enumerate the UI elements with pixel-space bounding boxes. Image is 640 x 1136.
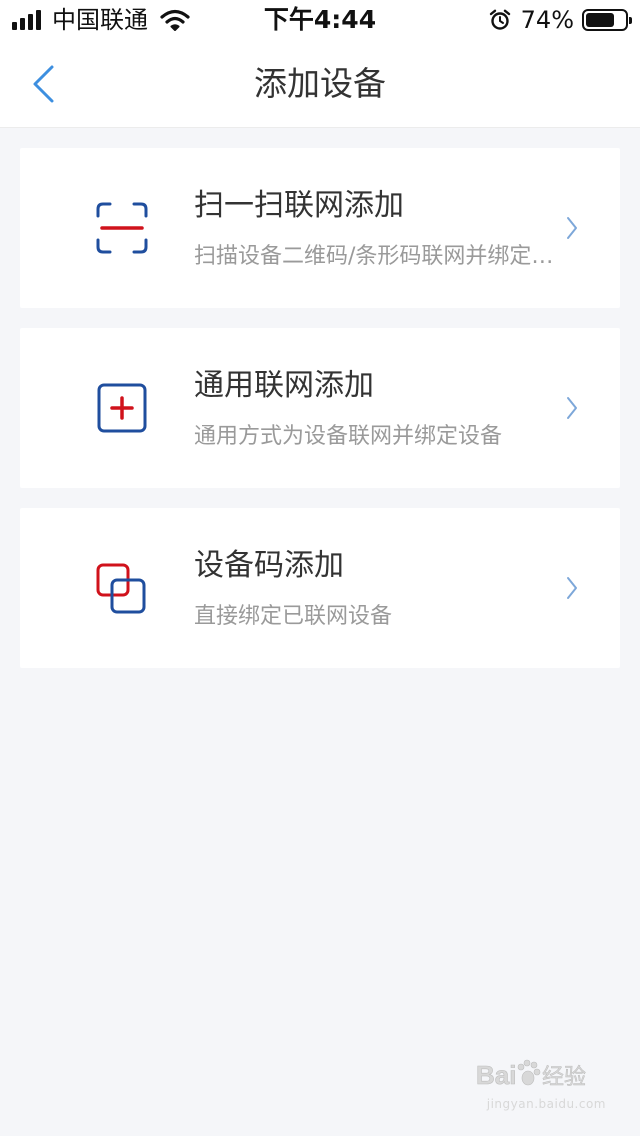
option-subtitle: 直接绑定已联网设备: [194, 604, 393, 629]
option-subtitle: 通用方式为设备联网并绑定设备: [194, 424, 503, 449]
battery-cap: [629, 17, 632, 24]
navigation-bar: 添加设备: [0, 40, 640, 128]
option-icon: [94, 200, 150, 256]
svg-text:Bai: Bai: [476, 1060, 516, 1090]
svg-text:经验: 经验: [542, 1065, 586, 1090]
option-device-code-add[interactable]: 设备码添加 直接绑定已联网设备: [20, 508, 620, 668]
option-icon: [94, 380, 150, 436]
chevron-right-icon: [566, 396, 578, 420]
battery-percent: 74%: [520, 6, 574, 34]
status-right: 74%: [489, 6, 632, 34]
baidu-jingyan-watermark: Bai 经验 jingyan.baidu.com: [476, 1054, 606, 1114]
add-square-icon: [97, 383, 147, 433]
scan-icon: [96, 202, 148, 254]
chevron-right-icon: [566, 576, 578, 600]
link-squares-icon: [96, 563, 146, 614]
option-title: 设备码添加: [194, 548, 344, 583]
option-icon: [94, 560, 150, 616]
watermark-logo: Bai 经验: [476, 1059, 586, 1090]
status-bar: 中国联通 下午4:44 74%: [0, 0, 640, 40]
chevron-right-icon: [566, 216, 578, 240]
battery-icon: [582, 9, 632, 31]
option-title: 通用联网添加: [194, 368, 374, 403]
option-title: 扫一扫联网添加: [194, 188, 404, 223]
page-title: 添加设备: [254, 64, 386, 103]
option-scan-add[interactable]: 扫一扫联网添加 扫描设备二维码/条形码联网并绑定设备: [20, 148, 620, 308]
option-subtitle: 扫描设备二维码/条形码联网并绑定设备: [194, 244, 554, 269]
battery-level-fill: [586, 13, 614, 27]
option-general-add[interactable]: 通用联网添加 通用方式为设备联网并绑定设备: [20, 328, 620, 488]
alarm-icon: [489, 9, 510, 30]
watermark-url: jingyan.baidu.com: [486, 1097, 606, 1111]
